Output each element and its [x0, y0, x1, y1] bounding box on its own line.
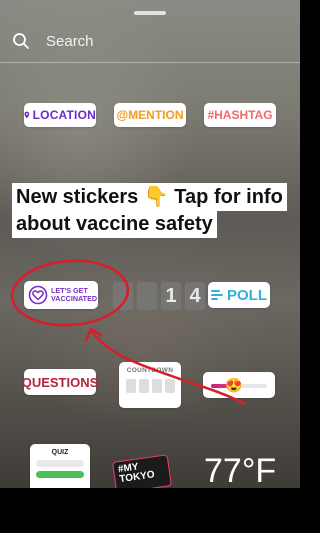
location-pin-icon	[24, 111, 30, 119]
emoji-slider-sticker[interactable]: 😍	[203, 372, 275, 398]
timer-digit	[113, 282, 133, 310]
heart-eyes-emoji-icon: 😍	[225, 377, 243, 393]
timer-digit: 4	[185, 282, 205, 310]
countdown-sticker[interactable]: COUNTDOWN	[119, 362, 181, 408]
countdown-label: COUNTDOWN	[126, 367, 174, 374]
countdown-cells	[125, 379, 175, 393]
poll-sticker[interactable]: POLL	[208, 282, 270, 308]
vaccinated-sticker[interactable]: LET'S GET VACCINATED	[24, 281, 98, 309]
search-input[interactable]: Search	[46, 33, 94, 50]
caption-line-1: New stickers 👇 Tap for info	[12, 183, 287, 211]
red-annotation	[10, 259, 247, 406]
timer-digit: 1	[161, 282, 181, 310]
search-bar[interactable]: Search	[8, 28, 292, 54]
hashtag-label: #HASHTAG	[207, 108, 273, 122]
divider	[0, 62, 300, 63]
my-tokyo-sticker[interactable]: #MY TOKYO	[112, 454, 172, 488]
questions-label: QUESTIONS	[21, 374, 99, 390]
bottom-bar	[0, 488, 300, 533]
sticker-tray: Search LOCATION @MENTION #HASHTAG New st…	[0, 0, 300, 488]
quiz-option	[36, 460, 84, 467]
location-sticker[interactable]: LOCATION	[24, 103, 96, 127]
heart-badge-icon	[28, 285, 48, 305]
quiz-option-correct	[36, 471, 84, 478]
arrow-head-icon	[84, 327, 103, 342]
quiz-label: QUIZ	[51, 449, 69, 456]
caption-line-2: about vaccine safety	[12, 210, 217, 238]
poll-bars-icon	[211, 290, 223, 300]
temperature-sticker[interactable]: 77°F	[204, 452, 276, 488]
mention-sticker[interactable]: @MENTION	[114, 103, 186, 127]
timer-sticker[interactable]: 1 4	[113, 282, 205, 310]
mention-label: @MENTION	[116, 108, 184, 122]
vaccine-label-line2: VACCINATED	[51, 294, 98, 303]
timer-digit	[137, 282, 157, 310]
hashtag-sticker[interactable]: #HASHTAG	[204, 103, 276, 127]
drag-handle[interactable]	[134, 11, 166, 15]
quiz-sticker[interactable]: QUIZ	[30, 444, 90, 488]
questions-sticker[interactable]: QUESTIONS	[21, 369, 99, 395]
poll-label: POLL	[227, 286, 267, 304]
story-caption[interactable]: New stickers 👇 Tap for info about vaccin…	[12, 183, 287, 238]
search-icon	[13, 33, 29, 49]
location-label: LOCATION	[32, 108, 96, 122]
